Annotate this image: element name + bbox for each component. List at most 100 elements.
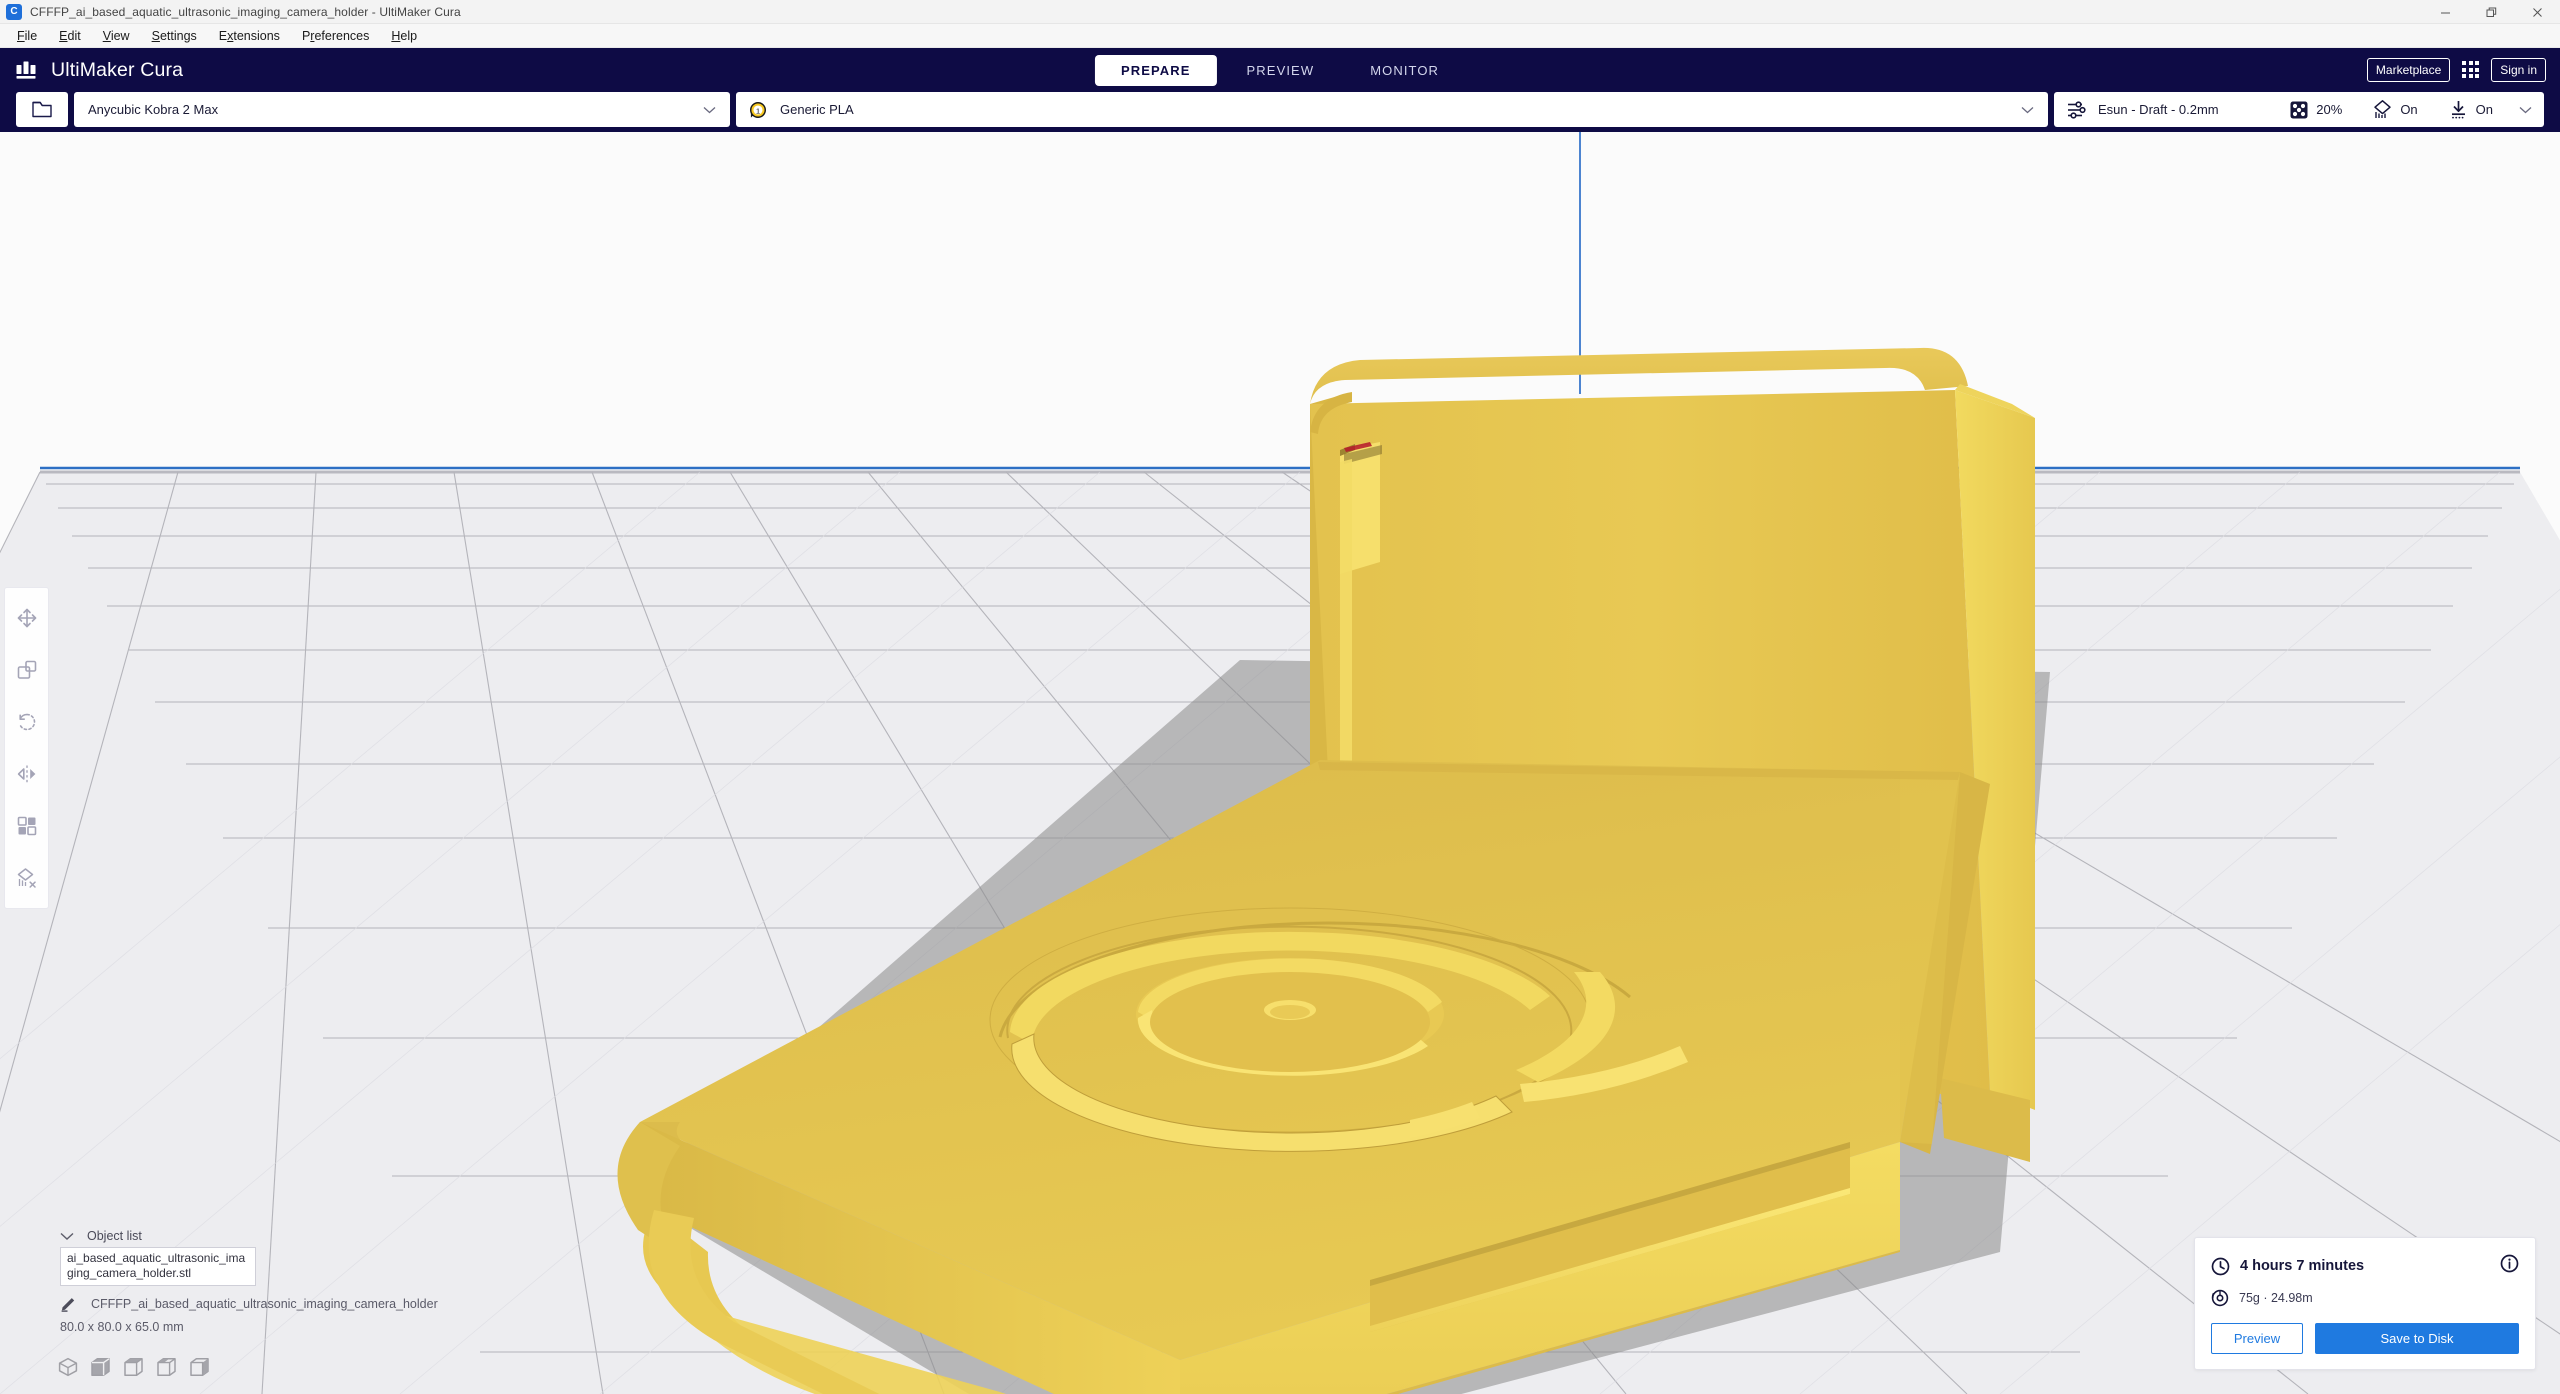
header-right-controls: Marketplace Sign in xyxy=(2366,57,2546,83)
3d-viewport[interactable]: Object list ai_based_aquatic_ultrasonic_… xyxy=(0,132,2560,1394)
window-controls xyxy=(2422,0,2560,24)
close-button[interactable] xyxy=(2514,0,2560,24)
menu-bar: File Edit View Settings Extensions Prefe… xyxy=(0,24,2560,48)
menu-file-label: ile xyxy=(24,28,38,43)
material-name: Generic PLA xyxy=(780,102,854,117)
tab-monitor[interactable]: MONITOR xyxy=(1344,55,1465,86)
print-actions: Preview Save to Disk xyxy=(2211,1323,2519,1354)
extruder-1-badge-icon: 1 xyxy=(750,101,766,118)
rotate-tool[interactable] xyxy=(5,696,48,748)
left-toolbar xyxy=(4,587,49,909)
menu-extensions-label: tensions xyxy=(233,28,280,43)
print-time-row: 4 hours 7 minutes xyxy=(2211,1254,2519,1278)
print-info-card: 4 hours 7 minutes 75g · 24.98m Preview S xyxy=(2194,1237,2536,1370)
scale-icon xyxy=(17,660,36,679)
object-list-item[interactable]: CFFFP_ai_based_aquatic_ultrasonic_imagin… xyxy=(60,1295,438,1312)
object-dimensions: 80.0 x 80.0 x 65.0 mm xyxy=(60,1320,184,1334)
brand: UltiMaker Cura xyxy=(16,59,183,82)
support-blocker-icon xyxy=(17,868,36,888)
cura-app-icon: C xyxy=(6,3,22,20)
minimize-button[interactable] xyxy=(2422,0,2468,24)
print-time: 4 hours 7 minutes xyxy=(2211,1257,2364,1276)
open-file-button[interactable] xyxy=(16,92,68,127)
menu-settings-label: ettings xyxy=(159,28,197,43)
object-list-title: Object list xyxy=(87,1229,142,1243)
menu-preferences-label: eferences xyxy=(314,28,370,43)
profile-name: Esun - Draft - 0.2mm xyxy=(2098,102,2219,117)
move-tool[interactable] xyxy=(5,592,48,644)
open-folder-icon xyxy=(32,101,52,118)
build-plate-scene xyxy=(0,132,2560,1394)
menu-help-label: elp xyxy=(400,28,418,43)
material-usage: 75g · 24.98m xyxy=(2211,1289,2519,1307)
nav-tabs: PREPARE PREVIEW MONITOR xyxy=(1094,54,1465,86)
pencil-icon xyxy=(61,1298,75,1312)
adhesion-value: On xyxy=(2475,102,2493,117)
info-icon[interactable] xyxy=(2500,1254,2519,1278)
adhesion-segment: On xyxy=(2448,99,2493,120)
menu-preferences[interactable]: Preferences xyxy=(291,26,380,46)
menu-help[interactable]: Help xyxy=(380,26,428,46)
object-list-header[interactable]: Object list xyxy=(60,1229,438,1243)
rotate-icon xyxy=(18,713,35,731)
view-right-icon[interactable] xyxy=(189,1357,210,1382)
mirror-tool[interactable] xyxy=(5,748,48,800)
print-time-value: 4 hours 7 minutes xyxy=(2240,1258,2365,1274)
apps-grid-icon[interactable] xyxy=(2462,61,2480,79)
printer-selector[interactable]: Anycubic Kobra 2 Max xyxy=(74,92,730,127)
restore-button[interactable] xyxy=(2468,0,2514,24)
chevron-down-icon xyxy=(2021,101,2034,119)
infill-value: 20% xyxy=(2316,102,2343,117)
config-bar: Anycubic Kobra 2 Max 1 Generic PLA Esun … xyxy=(0,92,2560,132)
marketplace-button[interactable]: Marketplace xyxy=(2366,57,2451,83)
ultimaker-logo-icon xyxy=(16,61,36,79)
clock-icon xyxy=(2211,1257,2230,1275)
view-3d-icon[interactable] xyxy=(58,1357,78,1382)
printer-name: Anycubic Kobra 2 Max xyxy=(88,102,219,117)
infill-segment: 20% xyxy=(2289,100,2342,120)
menu-file[interactable]: File xyxy=(6,26,48,46)
print-settings-icon xyxy=(2068,100,2086,119)
menu-view[interactable]: View xyxy=(92,26,141,46)
menu-settings[interactable]: Settings xyxy=(141,26,208,46)
support-icon xyxy=(2374,100,2392,118)
print-settings-selector[interactable]: Esun - Draft - 0.2mm 20% On On xyxy=(2054,92,2544,127)
preview-button[interactable]: Preview xyxy=(2211,1323,2303,1354)
save-to-disk-button[interactable]: Save to Disk xyxy=(2315,1323,2519,1354)
per-model-settings-tool[interactable] xyxy=(5,800,48,852)
title-bar: C CFFFP_ai_based_aquatic_ultrasonic_imag… xyxy=(0,0,2560,24)
view-front-icon[interactable] xyxy=(90,1357,111,1382)
chevron-down-icon xyxy=(703,101,716,119)
material-usage-value: 75g · 24.98m xyxy=(2239,1291,2313,1305)
sign-in-button[interactable]: Sign in xyxy=(2491,57,2546,83)
view-top-icon[interactable] xyxy=(123,1357,144,1382)
per-model-settings-icon xyxy=(17,816,36,836)
object-name: CFFFP_ai_based_aquatic_ultrasonic_imagin… xyxy=(91,1296,438,1311)
svg-text:1: 1 xyxy=(756,106,760,115)
mirror-icon xyxy=(17,765,35,783)
chevron-down-icon[interactable] xyxy=(2519,101,2532,119)
menu-extensions[interactable]: Extensions xyxy=(208,26,291,46)
support-segment: On xyxy=(2372,99,2418,120)
tab-preview[interactable]: PREVIEW xyxy=(1221,55,1341,86)
view-left-icon[interactable] xyxy=(156,1357,177,1382)
scale-tool[interactable] xyxy=(5,644,48,696)
adhesion-icon xyxy=(2451,101,2465,119)
infill-icon xyxy=(2290,101,2308,118)
support-value: On xyxy=(2400,102,2418,117)
spool-icon xyxy=(2211,1289,2229,1307)
move-icon xyxy=(17,608,36,628)
object-list-panel: Object list ai_based_aquatic_ultrasonic_… xyxy=(60,1229,438,1334)
menu-edit[interactable]: Edit xyxy=(48,26,92,46)
tab-prepare[interactable]: PREPARE xyxy=(1094,54,1217,86)
menu-view-label: iew xyxy=(110,28,130,43)
brand-title: UltiMaker Cura xyxy=(51,58,184,81)
chevron-down-icon xyxy=(60,1232,74,1240)
menu-edit-label: dit xyxy=(67,28,81,43)
material-selector[interactable]: 1 Generic PLA xyxy=(736,92,2048,127)
object-filename-tooltip: ai_based_aquatic_ultrasonic_imaging_came… xyxy=(60,1247,256,1286)
window-title: CFFFP_ai_based_aquatic_ultrasonic_imagin… xyxy=(30,4,461,19)
support-blocker-tool[interactable] xyxy=(5,852,48,904)
camera-view-buttons xyxy=(58,1357,210,1382)
profile-segment: Esun - Draft - 0.2mm xyxy=(2066,100,2289,120)
